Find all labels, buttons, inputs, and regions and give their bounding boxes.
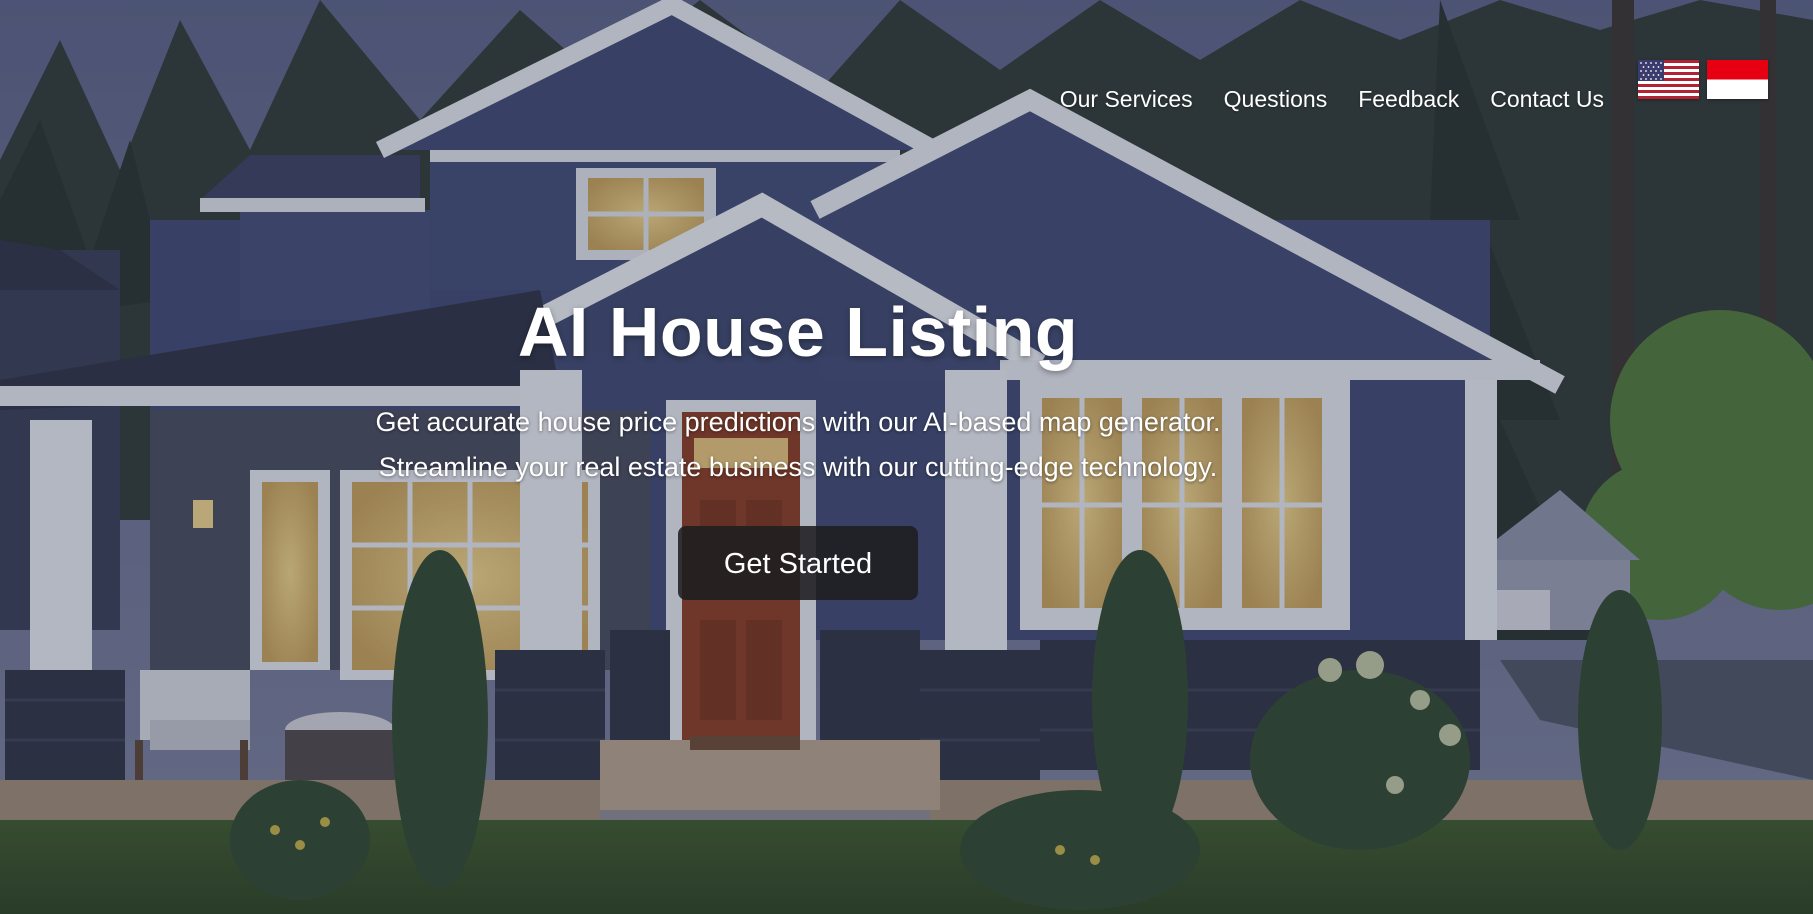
us-flag-icon[interactable] bbox=[1638, 60, 1699, 99]
hero-title: AI House Listing bbox=[517, 293, 1079, 371]
get-started-button[interactable]: Get Started bbox=[678, 526, 918, 600]
hero-subtitle: Get accurate house price predictions wit… bbox=[375, 407, 1221, 482]
nav-link-our-services[interactable]: Our Services bbox=[1060, 86, 1193, 113]
nav-link-contact-us[interactable]: Contact Us bbox=[1490, 86, 1604, 113]
indonesia-flag-icon[interactable] bbox=[1707, 60, 1768, 99]
hero-content: AI House Listing Get accurate house pric… bbox=[358, 286, 1238, 600]
language-switcher bbox=[1638, 60, 1768, 99]
top-navigation: Our Services Questions Feedback Contact … bbox=[1060, 86, 1604, 113]
nav-link-questions[interactable]: Questions bbox=[1224, 86, 1328, 113]
hero-section: Our Services Questions Feedback Contact … bbox=[0, 0, 1813, 914]
nav-link-feedback[interactable]: Feedback bbox=[1358, 86, 1459, 113]
